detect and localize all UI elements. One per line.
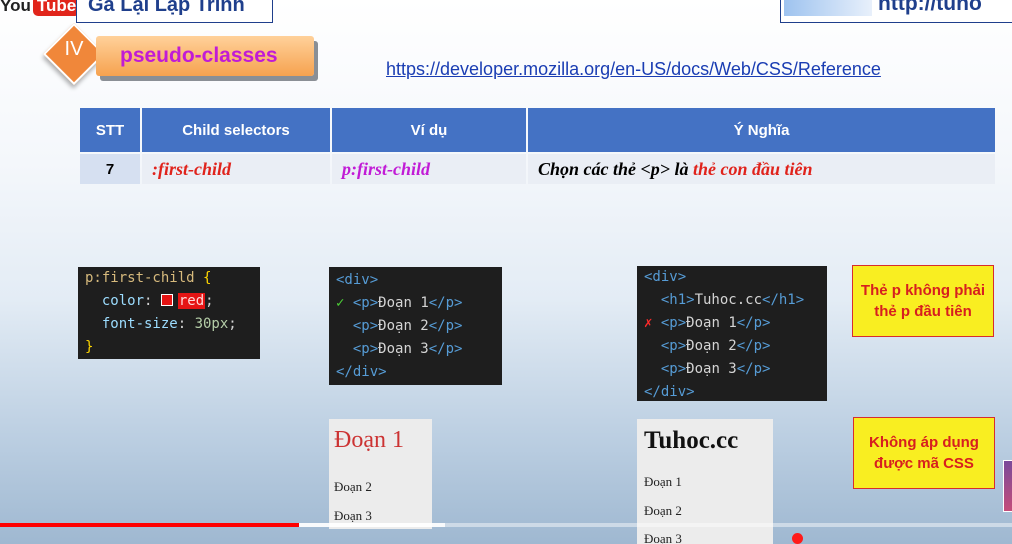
table-row: 7 :first-child p:first-child Chọn các th… xyxy=(80,154,995,184)
code-p-open: <p> xyxy=(660,338,687,354)
code-h1-text: Tuhoc.cc xyxy=(694,292,763,308)
code-p1-text: Đoạn 1 xyxy=(378,295,429,311)
youtube-logo[interactable]: You Tube xyxy=(0,0,81,18)
css-colon: : xyxy=(144,293,161,309)
preview1-p3: Đoạn 3 xyxy=(334,508,372,523)
color-swatch-icon xyxy=(160,294,173,306)
code-p-close: </p> xyxy=(736,361,771,377)
side-thumbnail[interactable] xyxy=(1003,460,1012,512)
scrubber-handle[interactable] xyxy=(792,533,803,544)
code-p1-text: Đoạn 1 xyxy=(686,315,737,331)
css-value-font-size: 30px xyxy=(194,316,229,332)
youtube-logo-tube: Tube xyxy=(32,0,81,16)
html-code-block-1: <div> ✓ <p>Đoạn 1</p> <p>Đoạn 2</p> <p>Đ… xyxy=(329,267,502,385)
html-code-block-2: <div> <h1>Tuhoc.cc</h1> ✗ <p>Đoạn 1</p> … xyxy=(637,266,827,401)
code-p-open: <p> xyxy=(660,361,687,377)
css-value-color: red xyxy=(177,293,206,309)
code-p-close: </p> xyxy=(428,341,463,357)
preview2-heading: Tuhoc.cc xyxy=(644,427,739,454)
code-p3-text: Đoạn 3 xyxy=(378,341,429,357)
video-progress-fill[interactable] xyxy=(0,523,299,527)
row-stt: 7 xyxy=(80,154,140,184)
code-div-close: </div> xyxy=(644,384,695,400)
check-mark-icon: ✓ xyxy=(336,295,345,311)
code-h1-close: </h1> xyxy=(762,292,805,308)
row-meaning-prefix: Chọn các thẻ <p> là xyxy=(538,158,694,179)
column-header-stt: STT xyxy=(80,108,140,152)
code-p2-text: Đoạn 2 xyxy=(378,318,429,334)
table-header-row: STT Child selectors Ví dụ Ý Nghĩa xyxy=(80,108,995,152)
preview1-p2: Đoạn 2 xyxy=(334,479,372,494)
code-p-close: </p> xyxy=(428,318,463,334)
css-open-brace: { xyxy=(194,270,212,286)
site-url: http://tuho xyxy=(878,0,982,15)
column-header-selector: Child selectors xyxy=(142,108,330,152)
code-p-open: <p> xyxy=(352,318,379,334)
note-not-first-p: Thẻ p không phải thẻ p đầu tiên xyxy=(852,265,994,337)
column-header-example: Ví dụ xyxy=(332,108,526,152)
css-prop-font-size: font-size xyxy=(85,316,178,332)
column-header-meaning: Ý Nghĩa xyxy=(528,108,995,152)
row-selector: :first-child xyxy=(142,154,330,184)
preview2-p1: Đoạn 1 xyxy=(644,474,682,489)
browser-preview-1: Đoạn 1 Đoạn 2 Đoạn 3 xyxy=(329,419,432,529)
css-semicolon: ; xyxy=(228,316,237,332)
channel-name: Gà Lại Lập Trình xyxy=(88,0,245,16)
row-example: p:first-child xyxy=(332,154,526,184)
code-p-close: </p> xyxy=(736,338,771,354)
css-semicolon: ; xyxy=(205,293,214,309)
row-meaning-highlight: thẻ con đầu tiên xyxy=(693,158,813,179)
preview2-p3: Đoạn 3 xyxy=(644,531,682,544)
code-p3-text: Đoạn 3 xyxy=(686,361,737,377)
youtube-logo-you: You xyxy=(0,0,31,15)
section-title: pseudo-classes xyxy=(120,44,278,67)
css-colon: : xyxy=(177,316,195,332)
mdn-reference-link[interactable]: https://developer.mozilla.org/en-US/docs… xyxy=(386,59,881,80)
css-selector: p:first-child xyxy=(85,270,195,286)
css-code-block: p:first-child { color: red; font-size: 3… xyxy=(78,267,260,359)
code-p-close: </p> xyxy=(428,295,463,311)
code-p-open: <p> xyxy=(352,341,379,357)
code-p-close: </p> xyxy=(736,315,771,331)
note-css-not-applied: Không áp dụng được mã CSS xyxy=(853,417,995,489)
code-p-open: <p> xyxy=(352,295,379,311)
preview2-p2: Đoạn 2 xyxy=(644,503,682,518)
section-number: IV xyxy=(64,38,84,60)
row-meaning: Chọn các thẻ <p> là thẻ con đầu tiên xyxy=(528,154,995,184)
code-p-open: <p> xyxy=(660,315,687,331)
cross-mark-icon: ✗ xyxy=(644,315,653,331)
css-close-brace: } xyxy=(85,339,94,355)
site-logo-image xyxy=(784,0,872,16)
code-h1-open: <h1> xyxy=(660,292,695,308)
code-p2-text: Đoạn 2 xyxy=(686,338,737,354)
code-div-open: <div> xyxy=(336,272,379,288)
code-div-close: </div> xyxy=(336,364,387,380)
code-div-open: <div> xyxy=(644,269,687,285)
selector-table: STT Child selectors Ví dụ Ý Nghĩa 7 :fir… xyxy=(78,106,997,186)
css-prop-color: color xyxy=(85,293,145,309)
preview1-heading: Đoạn 1 xyxy=(334,427,404,453)
